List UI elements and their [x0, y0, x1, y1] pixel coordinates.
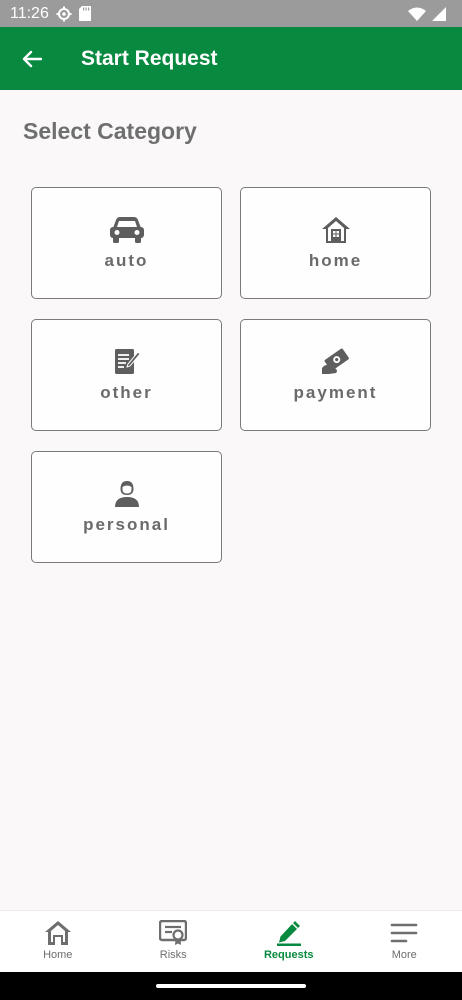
- app-bar: Start Request: [0, 27, 462, 90]
- nav-label: More: [391, 949, 417, 961]
- status-bar: 11:26: [0, 0, 462, 27]
- house-icon: [318, 215, 354, 245]
- category-card-auto[interactable]: auto: [31, 187, 222, 299]
- pencil-icon: [276, 921, 301, 946]
- person-icon: [109, 479, 145, 509]
- arrow-back-icon: [22, 50, 42, 67]
- category-card-payment[interactable]: payment: [240, 319, 431, 431]
- signal-icon: [432, 6, 446, 21]
- category-label: payment: [293, 383, 378, 402]
- category-label: auto: [104, 251, 149, 270]
- car-icon: [109, 215, 145, 245]
- nav-label: Risks: [159, 949, 187, 961]
- gesture-bar: [0, 972, 462, 1000]
- category-label: personal: [83, 515, 170, 534]
- category-card-other[interactable]: other: [31, 319, 222, 431]
- bottom-navigation: Home Risks Requests More: [0, 910, 462, 972]
- nav-label: Requests: [263, 949, 314, 961]
- money-hand-icon: [318, 347, 354, 377]
- category-card-home[interactable]: home: [240, 187, 431, 299]
- page-title: Start Request: [81, 46, 218, 70]
- section-title: Select Category: [23, 118, 197, 144]
- document-edit-icon: [109, 347, 145, 377]
- certificate-icon: [159, 920, 188, 945]
- back-button[interactable]: [0, 27, 64, 90]
- home-gesture-handle[interactable]: [156, 984, 306, 988]
- nav-item-more[interactable]: More: [347, 911, 462, 972]
- nav-label: Home: [43, 949, 73, 961]
- nav-item-requests[interactable]: Requests: [231, 911, 347, 972]
- nav-item-risks[interactable]: Risks: [116, 911, 232, 972]
- category-label: other: [100, 383, 153, 402]
- status-time: 11:26: [10, 4, 49, 22]
- settings-gear-icon: [56, 6, 72, 22]
- menu-lines-icon: [390, 923, 418, 943]
- home-icon: [44, 921, 71, 945]
- sd-card-icon: [78, 6, 91, 21]
- nav-item-home[interactable]: Home: [0, 911, 116, 972]
- category-card-personal[interactable]: personal: [31, 451, 222, 563]
- category-grid: auto home other payment personal: [31, 187, 431, 563]
- category-label: home: [308, 251, 363, 270]
- wifi-icon: [408, 7, 426, 21]
